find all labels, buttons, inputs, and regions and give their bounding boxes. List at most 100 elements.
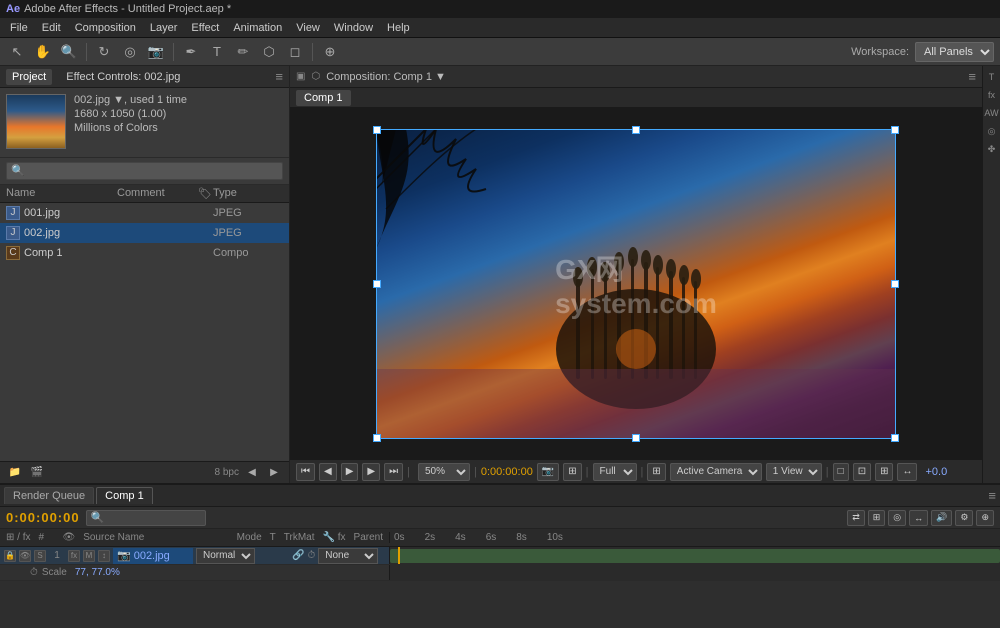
vc-quality-select[interactable]: Full Half — [593, 463, 637, 481]
vc-forward[interactable]: ⏭ — [384, 463, 403, 481]
timeline-layers: 🔒 👁 S 1 fx M ↕ 📷 002.jpg Normal 🔗 ⏱ — [0, 547, 1000, 628]
tool-zoom[interactable]: 🔍 — [58, 41, 80, 63]
menu-help[interactable]: Help — [381, 20, 416, 36]
menu-effect[interactable]: Effect — [185, 20, 225, 36]
layer-parent-select[interactable]: None — [318, 548, 378, 564]
layer-switch-solo[interactable]: S — [34, 550, 46, 562]
tool-hand[interactable]: ✋ — [32, 41, 54, 63]
tl-marker-4s: 4s — [455, 532, 466, 543]
vc-camera-icon[interactable]: 📷 — [537, 463, 559, 481]
tool-stamp[interactable]: ⬡ — [258, 41, 280, 63]
project-item-001[interactable]: J 001.jpg JPEG — [0, 203, 289, 223]
item-type-001: JPEG — [213, 207, 283, 219]
frp-btn-3[interactable]: AW — [985, 106, 999, 120]
new-folder-btn[interactable]: 📁 — [6, 464, 24, 482]
menu-window[interactable]: Window — [328, 20, 379, 36]
tl-col-trkmat: TrkMat — [284, 532, 315, 543]
menu-file[interactable]: File — [4, 20, 34, 36]
layer-switch-adjust[interactable]: ↕ — [98, 550, 110, 562]
project-item-comp1[interactable]: C Comp 1 Compo — [0, 243, 289, 263]
vc-grid-icon2[interactable]: ⊞ — [647, 463, 665, 481]
vc-icon2[interactable]: ⊡ — [853, 463, 871, 481]
frp-btn-4[interactable]: ◎ — [985, 124, 999, 138]
tl-col-source: Source Name — [83, 532, 144, 543]
tl-icon-6[interactable]: ⚙ — [955, 510, 973, 526]
next-btn[interactable]: ▶ — [265, 464, 283, 482]
layer-name[interactable]: 📷 002.jpg — [113, 548, 193, 564]
vc-view-select[interactable]: Active Camera — [670, 463, 762, 481]
project-search-input[interactable] — [6, 162, 283, 180]
project-file-list: J 001.jpg JPEG J 002.jpg JPEG C Comp 1 C… — [0, 203, 289, 461]
tab-comp-1[interactable]: Comp 1 — [96, 487, 153, 504]
tool-rotate[interactable]: ↻ — [93, 41, 115, 63]
menu-view[interactable]: View — [290, 20, 326, 36]
item-type-002: JPEG — [213, 227, 283, 239]
new-comp-btn[interactable]: 🎬 — [28, 464, 46, 482]
tab-project[interactable]: Project — [6, 69, 52, 85]
item-name-comp1: Comp 1 — [24, 247, 213, 259]
vc-icon3[interactable]: ⊞ — [875, 463, 893, 481]
layer-switch-lock[interactable]: 🔒 — [4, 550, 16, 562]
vc-rewind[interactable]: ⏮ — [296, 463, 315, 481]
workspace-select[interactable]: All Panels — [915, 42, 994, 62]
vc-play[interactable]: ▶ — [341, 463, 359, 481]
layer-name-icon: 📷 — [117, 549, 131, 562]
menu-composition[interactable]: Composition — [69, 20, 142, 36]
vc-sep1: | — [407, 466, 410, 478]
tab-render-queue[interactable]: Render Queue — [4, 487, 94, 504]
menu-edit[interactable]: Edit — [36, 20, 67, 36]
frp-btn-5[interactable]: ✤ — [985, 142, 999, 156]
project-item-002[interactable]: J 002.jpg JPEG — [0, 223, 289, 243]
tl-icon-3[interactable]: ◎ — [888, 510, 906, 526]
vc-sep5: | — [826, 466, 829, 478]
tl-icon-7[interactable]: ⊕ — [976, 510, 994, 526]
workspace-area: Workspace: All Panels — [851, 42, 994, 62]
col-name-header: Name — [6, 187, 117, 200]
composition-image — [376, 129, 896, 439]
tl-icon-2[interactable]: ⊞ — [868, 510, 886, 526]
tl-icon-4[interactable]: ↔ — [909, 510, 928, 526]
left-panel-menu[interactable]: ≡ — [275, 69, 283, 84]
tool-camera[interactable]: 📷 — [145, 41, 167, 63]
comp-viewer-title: Composition: Comp 1 ▼ — [326, 71, 446, 83]
comp-viewer-menu[interactable]: ≡ — [968, 69, 976, 84]
comp-tab-bar: Comp 1 — [290, 88, 982, 108]
tool-brush[interactable]: ✏ — [232, 41, 254, 63]
vc-icon4[interactable]: ↔ — [897, 463, 917, 481]
vc-grid-icon[interactable]: ⊞ — [563, 463, 581, 481]
tool-eraser[interactable]: ◻ — [284, 41, 306, 63]
layer-switch-fx[interactable]: fx — [68, 550, 80, 562]
scale-stopwatch[interactable]: ⏱ — [30, 567, 38, 578]
frp-btn-2[interactable]: fx — [985, 88, 999, 102]
tab-effect-controls[interactable]: Effect Controls: 002.jpg — [60, 69, 186, 85]
vc-next-frame[interactable]: ▶ — [362, 463, 380, 481]
layer-mode-select[interactable]: Normal — [196, 548, 255, 564]
tool-text[interactable]: T — [206, 41, 228, 63]
frp-btn-1[interactable]: T — [985, 70, 999, 84]
tool-orbit[interactable]: ◎ — [119, 41, 141, 63]
vc-icon1[interactable]: □ — [833, 463, 849, 481]
tool-puppet[interactable]: ⊕ — [319, 41, 341, 63]
timeline-search[interactable] — [86, 510, 206, 526]
tl-icon-5[interactable]: 🔊 — [931, 510, 952, 526]
tool-pen[interactable]: ✒ — [180, 41, 202, 63]
tool-select[interactable]: ↖ — [6, 41, 28, 63]
viewer-controls-bar: ⏮ ◀ ▶ ▶ ⏭ | 50% 100% | 0:00:00:00 📷 ⊞ | … — [290, 459, 982, 483]
tl-marker-10s: 10s — [547, 532, 563, 543]
tl-icon-1[interactable]: ⇄ — [847, 510, 865, 526]
tl-marker-2s: 2s — [425, 532, 436, 543]
prev-btn[interactable]: ◀ — [243, 464, 261, 482]
col-comment-header: Comment — [117, 187, 197, 200]
layer-switch-eye[interactable]: 👁 — [19, 550, 31, 562]
menu-animation[interactable]: Animation — [227, 20, 288, 36]
vc-prev-frame[interactable]: ◀ — [319, 463, 337, 481]
main-layout: Project Effect Controls: 002.jpg ≡ 002.j… — [0, 66, 1000, 483]
layer-switch-motion[interactable]: M — [83, 550, 95, 562]
timeline-menu[interactable]: ≡ — [988, 488, 996, 503]
project-list-header: Name Comment 🏷 Type — [0, 185, 289, 203]
menu-layer[interactable]: Layer — [144, 20, 184, 36]
vc-zoom-select[interactable]: 50% 100% — [418, 463, 470, 481]
tl-left-header: ⊞ / fx # 👁 Source Name Mode T TrkMat 🔧 f… — [0, 532, 390, 543]
comp-tab-1[interactable]: Comp 1 — [296, 90, 351, 106]
vc-view-count[interactable]: 1 View — [766, 463, 822, 481]
